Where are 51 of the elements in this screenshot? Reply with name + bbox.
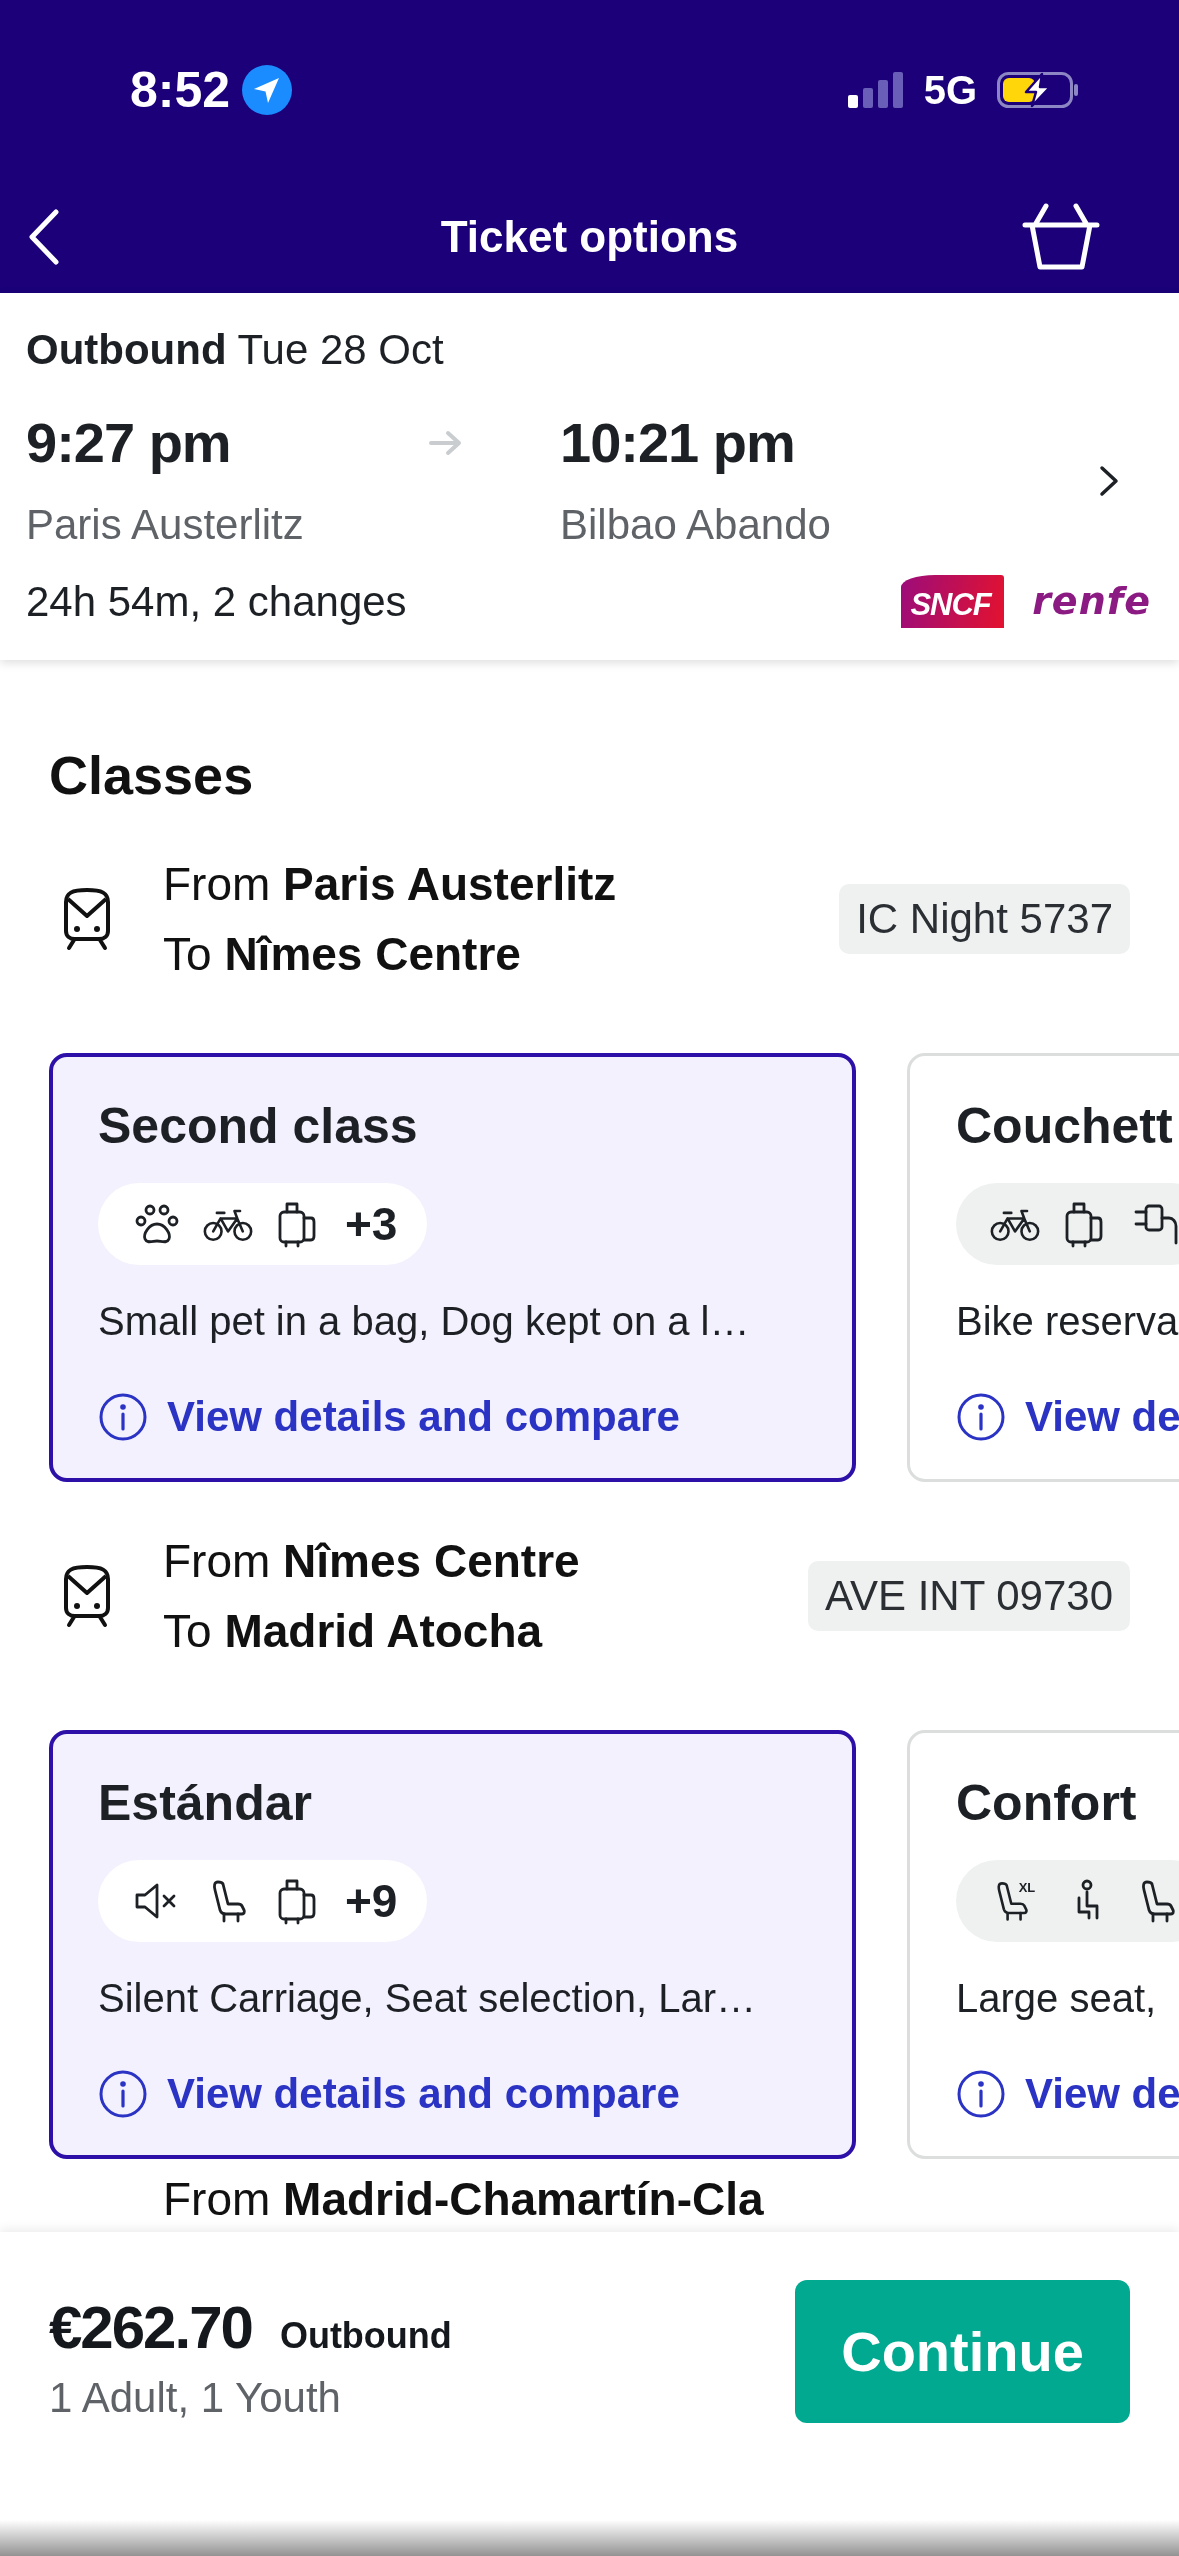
segment-origin: From Paris Austerlitz bbox=[163, 857, 617, 912]
back-button[interactable] bbox=[28, 208, 60, 265]
arrival-station: Bilbao Abando bbox=[560, 500, 831, 550]
train-number-tag: AVE INT 09730 bbox=[808, 1561, 1130, 1631]
arrival-time: 10:21 pm bbox=[560, 411, 796, 475]
journey-date: Outbound Tue 28 Oct bbox=[26, 326, 445, 374]
train-number-tag: IC Night 5737 bbox=[839, 884, 1130, 954]
class-name: Estándar bbox=[98, 1775, 313, 1831]
signal-icon bbox=[847, 72, 904, 108]
info-icon bbox=[98, 2069, 148, 2119]
departure-time: 9:27 pm bbox=[26, 411, 231, 475]
total-price: €262.70 bbox=[49, 2293, 252, 2363]
section-title: Classes bbox=[49, 745, 255, 805]
class-name: Confort bbox=[956, 1775, 1138, 1831]
more-amenities-count: +3 bbox=[345, 1201, 398, 1247]
segment-destination: To Nîmes Centre bbox=[163, 927, 522, 982]
arrow-right-icon bbox=[429, 429, 463, 457]
class-name: Couchett bbox=[956, 1098, 1174, 1154]
view-details-link[interactable]: View de bbox=[956, 1392, 1179, 1442]
more-amenities-count: +9 bbox=[345, 1878, 398, 1924]
chevron-right-icon[interactable] bbox=[1098, 464, 1120, 497]
info-icon bbox=[956, 1392, 1006, 1442]
passenger-summary: 1 Adult, 1 Youth bbox=[49, 2373, 342, 2423]
screen-title: Ticket options bbox=[440, 211, 739, 262]
seat-size-label: XL bbox=[1018, 1879, 1036, 1895]
status-time: 8:52 bbox=[130, 65, 231, 115]
price-direction: Outbound bbox=[279, 2314, 452, 2358]
class-option-card[interactable]: Estándar +9 Silent Carriage, Seat selection, Lar… View details and compare bbox=[49, 1730, 856, 2159]
amenities-summary: Bike reserva bbox=[956, 1298, 1179, 1345]
view-details-link[interactable]: View details and compare bbox=[98, 2069, 680, 2119]
class-option-card[interactable]: Second class +3 Small pet in a bag, Dog kept on a l… View details and compare bbox=[49, 1053, 856, 1482]
segment-origin: From Madrid-Chamartín-Cla bbox=[163, 2172, 765, 2227]
view-details-link[interactable]: View details and compare bbox=[98, 1392, 680, 1442]
class-option-card[interactable]: Confort XL Large seat, View de bbox=[907, 1730, 1179, 2159]
class-option-card[interactable]: Couchett Bike reserva View de bbox=[907, 1053, 1179, 1482]
basket-icon[interactable] bbox=[1022, 202, 1100, 271]
segment-destination: To Madrid Atocha bbox=[163, 1604, 544, 1659]
operator-logo: SNCF bbox=[901, 575, 1005, 628]
amenities-summary: Large seat, bbox=[956, 1975, 1158, 2022]
battery-charging-icon bbox=[997, 72, 1079, 108]
info-icon bbox=[98, 1392, 148, 1442]
view-details-link[interactable]: View de bbox=[956, 2069, 1179, 2119]
amenities-summary: Small pet in a bag, Dog kept on a l… bbox=[98, 1298, 751, 1345]
amenities-summary: Silent Carriage, Seat selection, Lar… bbox=[98, 1975, 758, 2022]
journey-summary: 24h 54m, 2 changes bbox=[26, 576, 407, 627]
info-icon bbox=[956, 2069, 1006, 2119]
network-label: 5G bbox=[923, 70, 977, 110]
operator-logo: renfe bbox=[1032, 578, 1151, 625]
segment-origin: From Nîmes Centre bbox=[163, 1534, 580, 1589]
class-name: Second class bbox=[98, 1098, 419, 1154]
departure-station: Paris Austerlitz bbox=[26, 500, 305, 550]
